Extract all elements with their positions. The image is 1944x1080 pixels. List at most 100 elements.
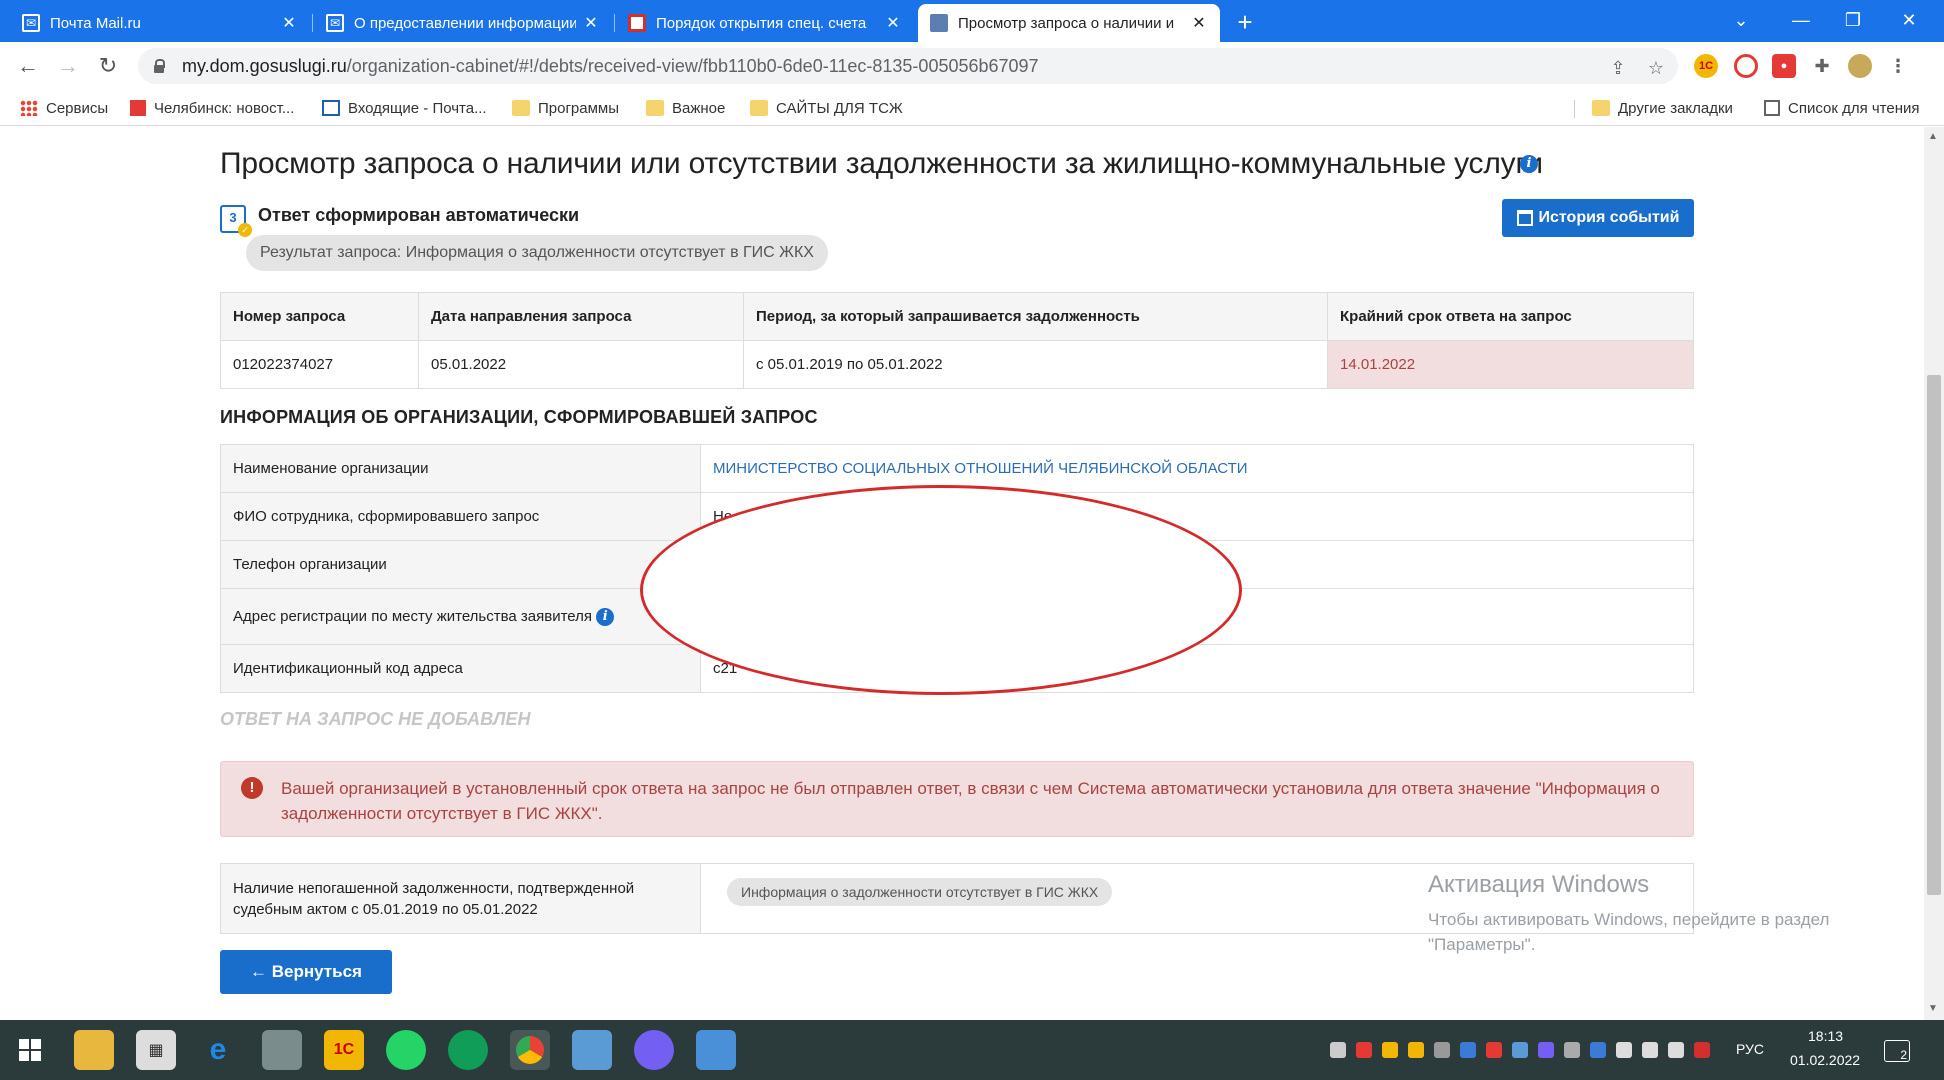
start-button[interactable] — [10, 1030, 50, 1070]
bookmark-services[interactable]: Сервисы — [20, 97, 108, 119]
info-icon[interactable]: i — [596, 607, 615, 626]
history-button-label: История событий — [1538, 209, 1680, 226]
tab-debt-request-active[interactable]: Просмотр запроса о наличии и ✕ — [918, 4, 1220, 42]
bookmark-other[interactable]: Другие закладки — [1592, 97, 1733, 119]
extension-record-icon[interactable]: ● — [1772, 54, 1796, 78]
edge-icon[interactable] — [448, 1030, 488, 1070]
close-icon[interactable]: ✕ — [582, 13, 600, 33]
clock-date[interactable]: 01.02.2022 — [1790, 1052, 1860, 1068]
extensions-puzzle-icon[interactable]: ✚ — [1810, 54, 1834, 78]
tab-special-account[interactable]: Порядок открытия спец. счета ✕ — [616, 4, 914, 42]
windows-activation-title: Активация Windows — [1428, 871, 1650, 898]
apps-icon — [20, 100, 38, 116]
tab-title: Порядок открытия спец. счета — [656, 14, 867, 32]
tab-search-chevron-icon[interactable]: ⌄ — [1716, 4, 1766, 36]
tray-viber-icon[interactable] — [1538, 1042, 1554, 1058]
bluetooth-icon[interactable] — [1590, 1042, 1606, 1058]
tray-mail-icon[interactable] — [1382, 1042, 1398, 1058]
windows-activation-text: Чтобы активировать Windows, перейдите в … — [1428, 910, 1830, 954]
header-deadline: Крайний срок ответа на запрос — [1327, 292, 1694, 341]
1c-icon[interactable]: 1С — [324, 1030, 364, 1070]
back-arrow-icon[interactable]: ← — [12, 50, 44, 82]
news-icon — [130, 100, 146, 116]
new-tab-plus-icon[interactable]: + — [1228, 6, 1262, 40]
tray-arrow-icon[interactable] — [1460, 1042, 1476, 1058]
ie-icon[interactable]: e — [198, 1030, 238, 1070]
share-icon[interactable]: ⇪ — [1606, 56, 1630, 80]
tray-check-icon[interactable] — [1408, 1042, 1424, 1058]
restore-icon[interactable]: ❐ — [1828, 4, 1878, 36]
cell-request-number: 012022374027 — [220, 340, 419, 389]
exclamation-icon: ! — [241, 777, 263, 799]
whatsapp-icon[interactable] — [386, 1030, 426, 1070]
notifications-badge[interactable]: 2 — [1884, 1040, 1910, 1062]
org-name-link[interactable]: МИНИСТЕРСТВО СОЦИАЛЬНЫХ ОТНОШЕНИЙ ЧЕЛЯБИ… — [713, 460, 1248, 477]
volume-icon[interactable] — [1668, 1042, 1684, 1058]
language-indicator[interactable]: РУС — [1736, 1041, 1764, 1057]
tray-pdf-icon[interactable] — [1694, 1042, 1710, 1058]
star-icon[interactable]: ☆ — [1644, 56, 1668, 80]
close-icon[interactable]: ✕ — [884, 13, 902, 33]
bookmark-important[interactable]: Важное — [646, 97, 725, 119]
back-button[interactable]: ← Вернуться — [220, 950, 392, 994]
forward-arrow-icon[interactable]: → — [52, 50, 84, 82]
window-close-icon[interactable]: ✕ — [1884, 4, 1934, 36]
page-scrollbar[interactable]: ▲ ▼ — [1924, 127, 1944, 1020]
header-request-number: Номер запроса — [220, 292, 419, 341]
header-send-date: Дата направления запроса — [418, 292, 744, 341]
url-path: /organization-cabinet/#!/debts/received-… — [346, 55, 1039, 76]
bookmark-label: Сервисы — [46, 99, 109, 117]
extension-1c-icon[interactable]: 1С — [1694, 54, 1718, 78]
tray-network-drive-icon[interactable] — [1512, 1042, 1528, 1058]
scroll-down-icon[interactable]: ▼ — [1928, 1003, 1938, 1014]
bookmark-hoa-sites[interactable]: САЙТЫ ДЛЯ ТСЖ — [750, 97, 903, 119]
extension-c-icon[interactable] — [1734, 54, 1758, 78]
minimize-icon[interactable]: — — [1776, 4, 1826, 36]
bookmark-label: Входящие - Почта... — [348, 99, 487, 117]
file-explorer-icon[interactable] — [74, 1030, 114, 1070]
header-period: Период, за который запрашивается задолже… — [743, 292, 1328, 341]
wifi-icon[interactable] — [1642, 1042, 1658, 1058]
tray-usb-icon[interactable] — [1434, 1042, 1450, 1058]
org-section-title: ИНФОРМАЦИЯ ОБ ОРГАНИЗАЦИИ, СФОРМИРОВАВШЕ… — [220, 407, 818, 427]
bookmarks-separator — [1574, 100, 1575, 118]
address-bar[interactable]: my.dom.gosuslugi.ru/organization-cabinet… — [138, 48, 1678, 84]
app-icon[interactable] — [262, 1030, 302, 1070]
history-button[interactable]: История событий — [1502, 199, 1694, 237]
red-square-icon — [628, 14, 646, 32]
tray-antivirus-icon[interactable] — [1486, 1042, 1502, 1058]
bookmark-chelyabinsk-news[interactable]: Челябинск: новост... — [130, 97, 294, 119]
close-icon[interactable]: ✕ — [280, 13, 298, 33]
bookmark-label: Другие закладки — [1618, 99, 1733, 117]
clock-time[interactable]: 18:13 — [1808, 1028, 1843, 1044]
close-icon[interactable]: ✕ — [1190, 13, 1208, 33]
tray-record-icon[interactable] — [1356, 1042, 1372, 1058]
result-status-badge: Результат запроса: Информация о задолжен… — [246, 235, 828, 271]
scroll-up-icon[interactable]: ▲ — [1928, 131, 1938, 142]
battery-icon[interactable] — [1616, 1042, 1632, 1058]
store-icon[interactable]: ▦ — [136, 1030, 176, 1070]
menu-kebab-icon[interactable]: ⋮ — [1886, 54, 1910, 78]
tray-app-icon[interactable] — [1330, 1042, 1346, 1058]
table-row: 012022374027 05.01.2022 с 05.01.2019 по … — [220, 340, 1694, 389]
bookmarks-bar: Сервисы Челябинск: новост... Входящие - … — [0, 90, 1944, 126]
tab-info-request[interactable]: ✉ О предоставлении информации ✕ — [314, 4, 612, 42]
reload-icon[interactable]: ↻ — [92, 50, 124, 82]
auto-response-label: Ответ сформирован автоматически — [258, 205, 580, 225]
monitor-icon[interactable] — [572, 1030, 612, 1070]
address-label: Адрес регистрации по месту жительства за… — [233, 607, 593, 625]
tray-device-icon[interactable] — [1564, 1042, 1580, 1058]
chrome-icon[interactable] — [510, 1030, 550, 1070]
info-icon[interactable]: i — [1520, 155, 1538, 173]
debt-status-badge: Информация о задолженности отсутствует в… — [727, 878, 1113, 906]
profile-avatar[interactable] — [1848, 54, 1872, 78]
reading-list[interactable]: Список для чтения — [1764, 97, 1920, 119]
bookmark-label: Челябинск: новост... — [154, 99, 295, 117]
scroll-thumb[interactable] — [1927, 375, 1941, 895]
bookmark-inbox[interactable]: Входящие - Почта... — [322, 97, 487, 119]
tab-mail-ru[interactable]: ✉ Почта Mail.ru ✕ — [10, 4, 310, 42]
calculator-icon[interactable] — [696, 1030, 736, 1070]
bookmark-label: Важное — [672, 99, 726, 117]
bookmark-programs[interactable]: Программы — [512, 97, 619, 119]
viber-icon[interactable] — [634, 1030, 674, 1070]
